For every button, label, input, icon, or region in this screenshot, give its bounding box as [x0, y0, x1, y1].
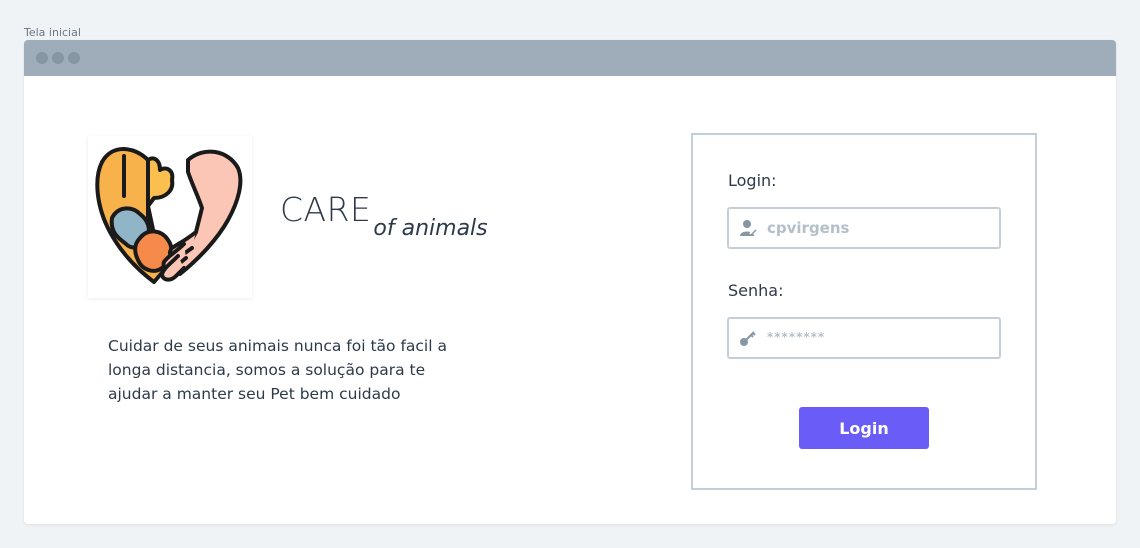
login-label: Login: [728, 171, 777, 190]
window-titlebar [24, 40, 1116, 76]
login-button[interactable]: Login [799, 407, 929, 449]
password-label: Senha: [728, 281, 784, 300]
logo-card [88, 136, 252, 298]
brand-name: CARE [280, 190, 372, 229]
frame-label: Tela inicial [24, 26, 81, 39]
heart-pet-hand-icon [95, 147, 243, 284]
window-close-dot[interactable] [36, 52, 48, 64]
user-icon [740, 220, 757, 236]
window-minimize-dot[interactable] [52, 52, 64, 64]
key-icon [740, 331, 756, 346]
brand-wordmark: CAREof animals [280, 190, 488, 241]
password-field[interactable]: ******** [727, 317, 1001, 359]
login-value: cpvirgens [767, 219, 850, 237]
app-window: CAREof animals Cuidar de seus animais nu… [24, 40, 1116, 524]
brand-tagline-suffix: of animals [373, 216, 488, 241]
password-value: ******** [767, 330, 826, 344]
login-field[interactable]: cpvirgens [727, 207, 1001, 249]
login-panel: Login: cpvirgens Senha: ******** Login [691, 133, 1037, 490]
tagline-text: Cuidar de seus animais nunca foi tão fac… [108, 337, 447, 403]
window-maximize-dot[interactable] [68, 52, 80, 64]
